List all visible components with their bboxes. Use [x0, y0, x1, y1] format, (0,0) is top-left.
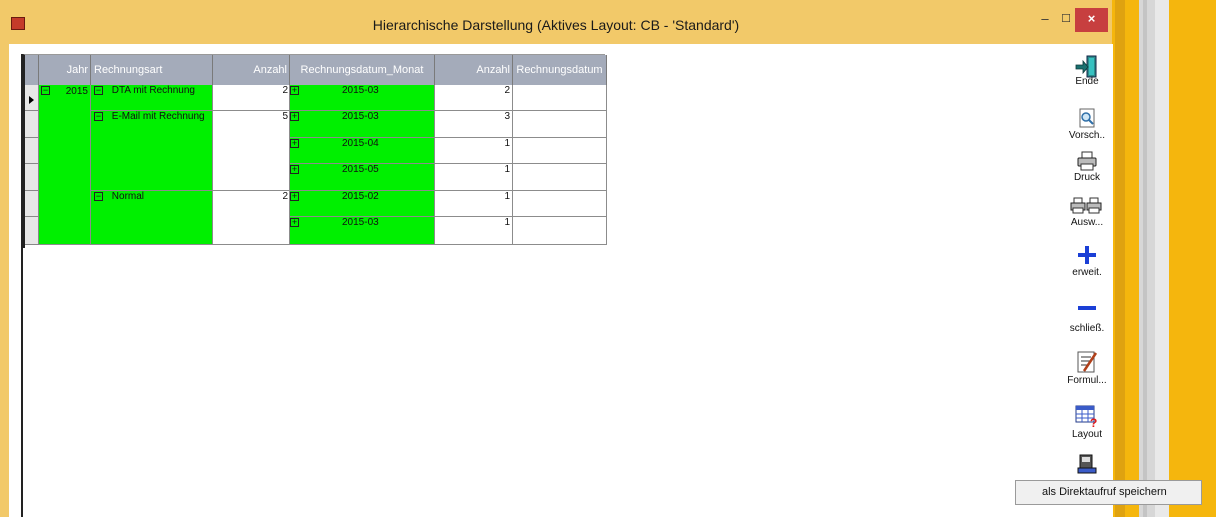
window-title: Hierarchische Darstellung (Aktives Layou…	[372, 17, 740, 33]
row-selector[interactable]	[25, 138, 39, 164]
header-corner	[25, 55, 39, 85]
auswahl-button[interactable]: Ausw...	[1058, 196, 1116, 228]
row-selector[interactable]	[25, 217, 39, 245]
month-cell[interactable]: + 2015-03	[290, 85, 435, 111]
month-count[interactable]: 1	[435, 191, 513, 217]
schliessen-button[interactable]: schließ.	[1058, 299, 1116, 334]
schliess-label: schließ.	[1069, 323, 1105, 334]
erweit-label: erweit.	[1072, 267, 1102, 278]
month-label: 2015-02	[342, 191, 379, 202]
ende-button[interactable]: Ende	[1058, 54, 1116, 87]
minus-icon	[1078, 306, 1096, 310]
col-header-rechnungsart[interactable]: Rechnungsart	[91, 55, 213, 85]
desktop-background	[1112, 0, 1216, 517]
close-icon: ×	[1087, 11, 1096, 26]
form-edit-icon	[1077, 351, 1098, 373]
col-header-rechnungsdatum[interactable]: Rechnungsdatum	[513, 55, 607, 85]
erweitern-button[interactable]: erweit.	[1058, 244, 1116, 278]
vorschau-label: Vorsch..	[1068, 130, 1106, 141]
plus-icon	[1078, 246, 1096, 264]
date-cell[interactable]	[513, 191, 607, 217]
month-label: 2015-04	[342, 138, 379, 149]
month-label: 2015-03	[342, 85, 379, 96]
group-cell[interactable]: − Normal	[91, 191, 213, 245]
year-cell[interactable]: − 2015	[39, 85, 91, 245]
row-selector[interactable]	[25, 164, 39, 191]
layout-label: Layout	[1071, 429, 1103, 440]
row-selector[interactable]	[25, 191, 39, 217]
month-count[interactable]: 3	[435, 111, 513, 138]
row-selector[interactable]	[25, 85, 39, 111]
direktaufruf-button[interactable]	[1058, 454, 1116, 474]
current-row-arrow-icon	[29, 96, 34, 104]
svg-text:?: ?	[1090, 416, 1097, 428]
layout-help-icon: ?	[1075, 405, 1097, 428]
app-window: Hierarchische Darstellung (Aktives Layou…	[0, 0, 1202, 517]
expand-icon[interactable]: +	[290, 112, 299, 121]
collapse-icon[interactable]: −	[94, 112, 103, 121]
vorschau-button[interactable]: Vorsch..	[1058, 107, 1116, 141]
group-label: DTA mit Rechnung	[111, 85, 195, 96]
expand-icon[interactable]: +	[290, 139, 299, 148]
date-cell[interactable]	[513, 217, 607, 245]
group-count[interactable]: 5	[213, 111, 290, 191]
expand-icon[interactable]: +	[290, 192, 299, 201]
year-value: 2015	[65, 86, 88, 97]
col-header-jahr[interactable]: Jahr	[39, 55, 91, 85]
month-count[interactable]: 1	[435, 138, 513, 164]
collapse-icon[interactable]: −	[94, 86, 103, 95]
col-header-anzahl-2[interactable]: Anzahl	[435, 55, 513, 85]
group-count[interactable]: 2	[213, 191, 290, 245]
grid-left-border	[21, 54, 23, 517]
group-count[interactable]: 2	[213, 85, 290, 111]
month-cell[interactable]: + 2015-05	[290, 164, 435, 191]
collapse-icon[interactable]: −	[94, 192, 103, 201]
expand-icon[interactable]: +	[290, 165, 299, 174]
month-cell[interactable]: + 2015-03	[290, 111, 435, 138]
group-label: Normal	[111, 191, 145, 202]
month-count[interactable]: 2	[435, 85, 513, 111]
month-cell[interactable]: + 2015-02	[290, 191, 435, 217]
auswahl-label: Ausw...	[1070, 217, 1104, 228]
month-label: 2015-03	[342, 111, 379, 122]
close-button[interactable]: ×	[1075, 8, 1108, 32]
month-count[interactable]: 1	[435, 217, 513, 245]
layout-button[interactable]: ? Layout	[1058, 404, 1116, 440]
date-cell[interactable]	[513, 85, 607, 111]
month-count[interactable]: 1	[435, 164, 513, 191]
col-header-rechnungsdatum-monat[interactable]: Rechnungsdatum_Monat	[290, 55, 435, 85]
date-cell[interactable]	[513, 164, 607, 191]
minimize-button[interactable]: –	[1034, 8, 1056, 32]
month-label: 2015-05	[342, 164, 379, 175]
druck-button[interactable]: Druck	[1058, 151, 1116, 183]
date-cell[interactable]	[513, 111, 607, 138]
ende-label: Ende	[1075, 76, 1099, 87]
druck-label: Druck	[1073, 172, 1101, 183]
save-shortcut-icon	[1077, 454, 1097, 474]
client-area: Jahr Rechnungsart Anzahl Rechnungsdatum_…	[9, 44, 1202, 517]
group-cell[interactable]: − DTA mit Rechnung	[91, 85, 213, 111]
group-label: E-Mail mit Rechnung	[111, 111, 205, 122]
formular-label: Formul...	[1067, 375, 1107, 386]
maximize-button[interactable]: ☐	[1055, 8, 1077, 32]
month-cell[interactable]: + 2015-03	[290, 217, 435, 245]
context-menu-item[interactable]: als Direktaufruf speichern	[1015, 480, 1202, 505]
month-label: 2015-03	[342, 217, 379, 228]
print-selection-icon	[1070, 197, 1102, 214]
collapse-icon[interactable]: −	[41, 86, 50, 95]
month-cell[interactable]: + 2015-04	[290, 138, 435, 164]
col-header-anzahl[interactable]: Anzahl	[213, 55, 290, 85]
row-selector[interactable]	[25, 111, 39, 138]
formular-button[interactable]: Formul...	[1058, 350, 1116, 386]
date-cell[interactable]	[513, 138, 607, 164]
expand-icon[interactable]: +	[290, 218, 299, 227]
printer-icon	[1077, 151, 1097, 171]
preview-magnifier-icon	[1079, 108, 1095, 128]
group-cell[interactable]: − E-Mail mit Rechnung	[91, 111, 213, 191]
expand-icon[interactable]: +	[290, 86, 299, 95]
title-bar[interactable]: Hierarchische Darstellung (Aktives Layou…	[0, 0, 1112, 44]
hierarchy-grid[interactable]: Jahr Rechnungsart Anzahl Rechnungsdatum_…	[23, 54, 607, 248]
